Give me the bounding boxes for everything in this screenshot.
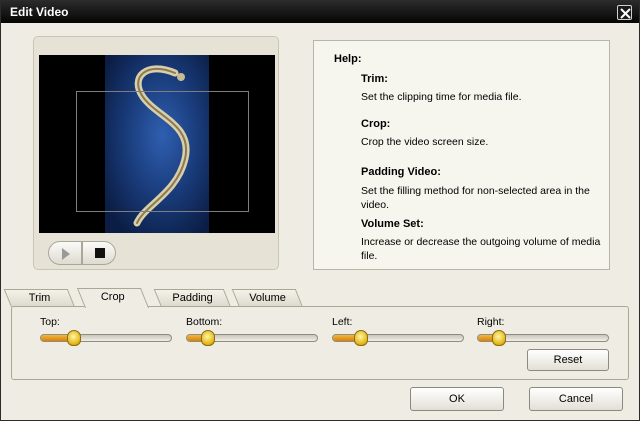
tab-volume[interactable]: Volume xyxy=(231,289,303,307)
video-preview xyxy=(39,55,275,233)
help-heading-crop: Crop: xyxy=(361,118,391,130)
help-text-crop: Crop the video screen size. xyxy=(361,136,489,148)
slider-top-thumb[interactable] xyxy=(67,330,81,346)
help-heading-padding: Padding Video: xyxy=(361,166,441,178)
slider-right-thumb[interactable] xyxy=(492,330,506,346)
slider-top[interactable] xyxy=(40,330,172,346)
crop-rectangle[interactable] xyxy=(76,91,249,212)
slider-bottom-thumb[interactable] xyxy=(201,330,215,346)
tab-volume-label: Volume xyxy=(249,292,286,304)
slider-label-top: Top: xyxy=(40,316,60,328)
crop-tab-panel: Top: Bottom: Left: Right: Reset xyxy=(11,306,629,380)
close-button[interactable] xyxy=(617,5,632,20)
tab-trim-label: Trim xyxy=(28,292,51,304)
help-text-volume: Increase or decrease the outgoing volume… xyxy=(361,236,601,262)
ok-button[interactable]: OK xyxy=(410,387,504,411)
tab-trim[interactable]: Trim xyxy=(3,289,75,307)
help-heading-volume: Volume Set: xyxy=(361,218,424,230)
tab-crop-label: Crop xyxy=(100,291,125,303)
stop-button[interactable] xyxy=(82,241,116,265)
close-icon xyxy=(620,8,631,19)
slider-left-thumb[interactable] xyxy=(354,330,368,346)
window-title: Edit Video xyxy=(10,5,69,19)
play-icon xyxy=(62,248,70,260)
edit-video-dialog: Edit Video Help: Trim: Set the clipping … xyxy=(0,0,640,421)
video-preview-frame xyxy=(33,36,279,270)
help-heading-trim: Trim: xyxy=(361,73,388,85)
slider-right[interactable] xyxy=(477,330,609,346)
cancel-button[interactable]: Cancel xyxy=(529,387,623,411)
help-text-padding: Set the filling method for non-selected … xyxy=(361,185,590,211)
help-title: Help: xyxy=(334,53,362,65)
stop-icon xyxy=(95,248,105,258)
play-button[interactable] xyxy=(48,241,82,265)
slider-label-bottom: Bottom: xyxy=(186,316,223,328)
tab-padding-label: Padding xyxy=(172,292,213,304)
reset-button[interactable]: Reset xyxy=(527,349,609,371)
help-text-trim: Set the clipping time for media file. xyxy=(361,91,522,103)
tab-crop[interactable]: Crop xyxy=(76,288,149,308)
help-panel: Help: Trim: Set the clipping time for me… xyxy=(313,40,610,270)
title-bar: Edit Video xyxy=(1,1,639,23)
tab-padding[interactable]: Padding xyxy=(153,289,231,307)
slider-label-left: Left: xyxy=(332,316,353,328)
slider-bottom[interactable] xyxy=(186,330,318,346)
slider-label-right: Right: xyxy=(477,316,505,328)
slider-left[interactable] xyxy=(332,330,464,346)
